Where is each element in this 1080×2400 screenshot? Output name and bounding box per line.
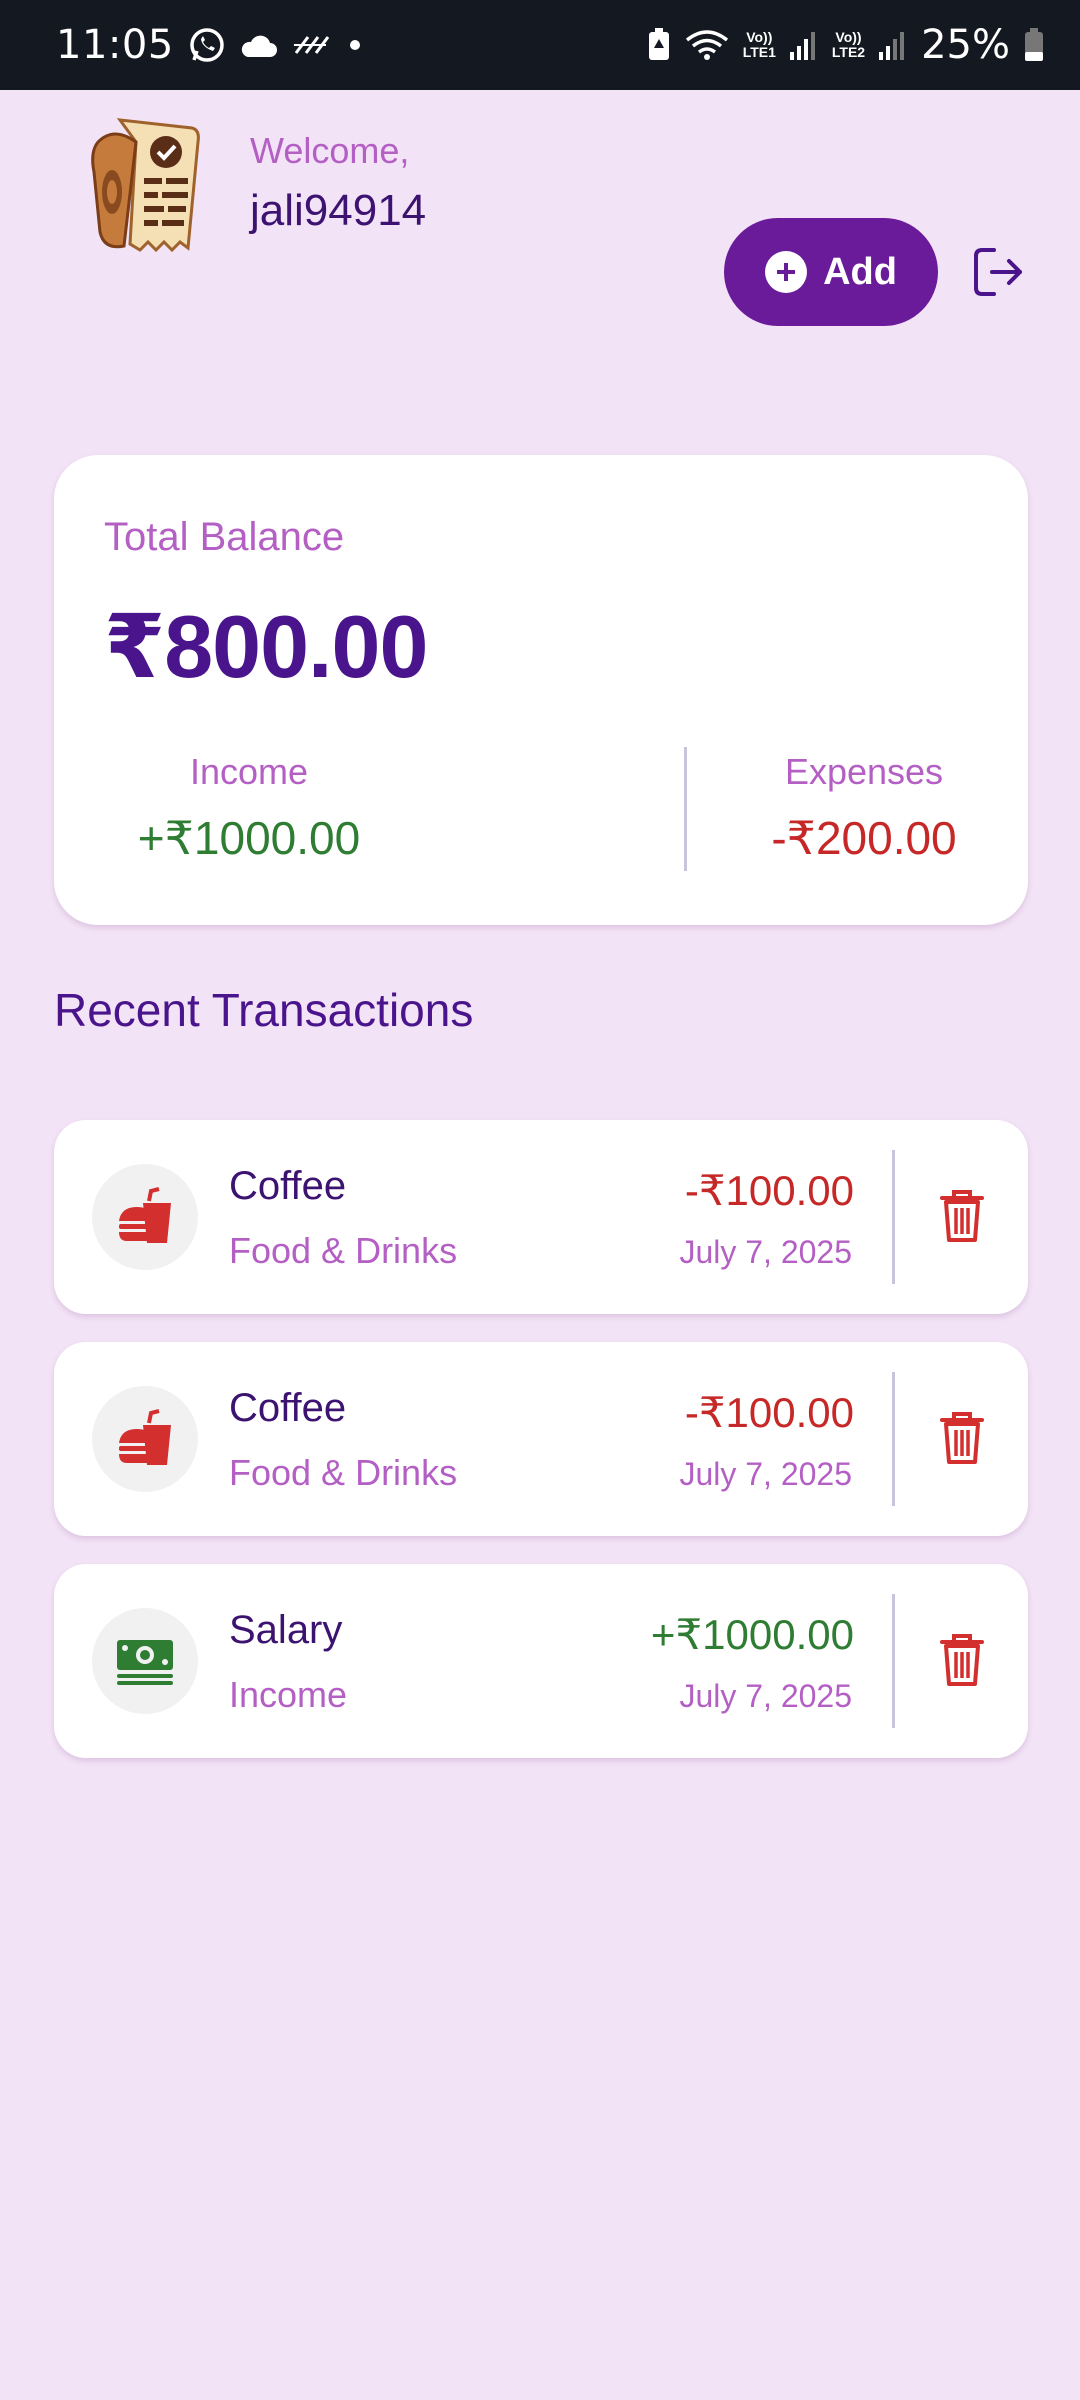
sim2-indicator: Vo)) LTE2 — [832, 30, 865, 60]
username: jali94914 — [250, 186, 427, 235]
transaction-date: July 7, 2025 — [679, 1678, 852, 1714]
battery-icon — [1024, 28, 1044, 62]
trash-icon[interactable] — [940, 1412, 984, 1466]
add-transaction-button[interactable]: Add — [724, 218, 938, 326]
recent-transactions-title: Recent Transactions — [54, 984, 474, 1036]
dot-icon — [344, 34, 366, 56]
welcome-label: Welcome, — [250, 130, 410, 171]
transaction-title: Coffee — [229, 1386, 347, 1430]
transaction-divider — [892, 1594, 895, 1728]
whatsapp-icon — [188, 26, 226, 64]
sim2-lte-label: LTE2 — [831, 44, 866, 60]
expenses-label: Expenses — [784, 751, 944, 792]
trash-icon[interactable] — [940, 1634, 984, 1688]
transaction-title: Coffee — [229, 1164, 347, 1208]
transaction-list: Coffee Food & Drinks -₹100.00 July 7, 20… — [54, 1120, 1028, 1786]
logout-icon[interactable] — [972, 244, 1026, 300]
status-bar: 11:05 Vo)) LTE1 Vo)) LTE2 25% — [0, 0, 1080, 90]
transaction-card[interactable]: Coffee Food & Drinks -₹100.00 July 7, 20… — [54, 1342, 1028, 1536]
cloud-icon — [240, 31, 278, 59]
income-amount: +₹1000.00 — [137, 812, 361, 864]
battery-percent: 25% — [921, 22, 1010, 68]
transaction-amount: -₹100.00 — [684, 1389, 854, 1436]
transaction-divider — [892, 1372, 895, 1506]
sim1-volte-label: Vo)) — [746, 29, 773, 45]
transaction-category: Income — [229, 1674, 348, 1715]
food-drink-icon — [92, 1386, 198, 1492]
sim1-indicator: Vo)) LTE1 — [743, 30, 776, 60]
transaction-date: July 7, 2025 — [679, 1456, 852, 1492]
balance-divider — [684, 747, 687, 871]
status-bar-right: Vo)) LTE1 Vo)) LTE2 25% — [647, 22, 1044, 68]
total-balance-label: Total Balance — [104, 515, 345, 559]
transaction-date: July 7, 2025 — [679, 1234, 852, 1270]
plus-circle-icon — [765, 251, 808, 293]
transaction-divider — [892, 1150, 895, 1284]
total-balance-amount: ₹800.00 — [104, 597, 428, 696]
food-drink-icon — [92, 1164, 198, 1270]
transaction-category: Food & Drinks — [229, 1452, 458, 1493]
balance-card: Total Balance ₹800.00 Income +₹1000.00 E… — [54, 455, 1028, 925]
transaction-amount: +₹1000.00 — [650, 1611, 854, 1658]
trash-icon[interactable] — [940, 1190, 984, 1244]
wifi-icon — [685, 28, 729, 62]
sim2-volte-label: Vo)) — [835, 29, 862, 45]
transaction-title: Salary — [229, 1608, 343, 1652]
sim1-lte-label: LTE1 — [742, 44, 776, 60]
status-bar-left: 11:05 — [56, 22, 366, 68]
income-label: Income — [189, 751, 309, 792]
transaction-card[interactable]: Coffee Food & Drinks -₹100.00 July 7, 20… — [54, 1120, 1028, 1314]
cell-signal-icon — [789, 30, 818, 60]
signal-hash-icon — [292, 31, 330, 59]
status-time: 11:05 — [56, 22, 174, 68]
transaction-card[interactable]: Salary Income +₹1000.00 July 7, 2025 — [54, 1564, 1028, 1758]
transaction-amount: -₹100.00 — [684, 1167, 854, 1214]
receipt-logo-icon — [80, 112, 210, 262]
cell-signal-icon — [879, 30, 907, 60]
money-icon — [92, 1608, 198, 1714]
battery-saver-icon — [647, 28, 671, 62]
transaction-category: Food & Drinks — [229, 1230, 458, 1271]
add-button-label: Add — [823, 250, 897, 293]
expenses-amount: -₹200.00 — [771, 812, 957, 864]
